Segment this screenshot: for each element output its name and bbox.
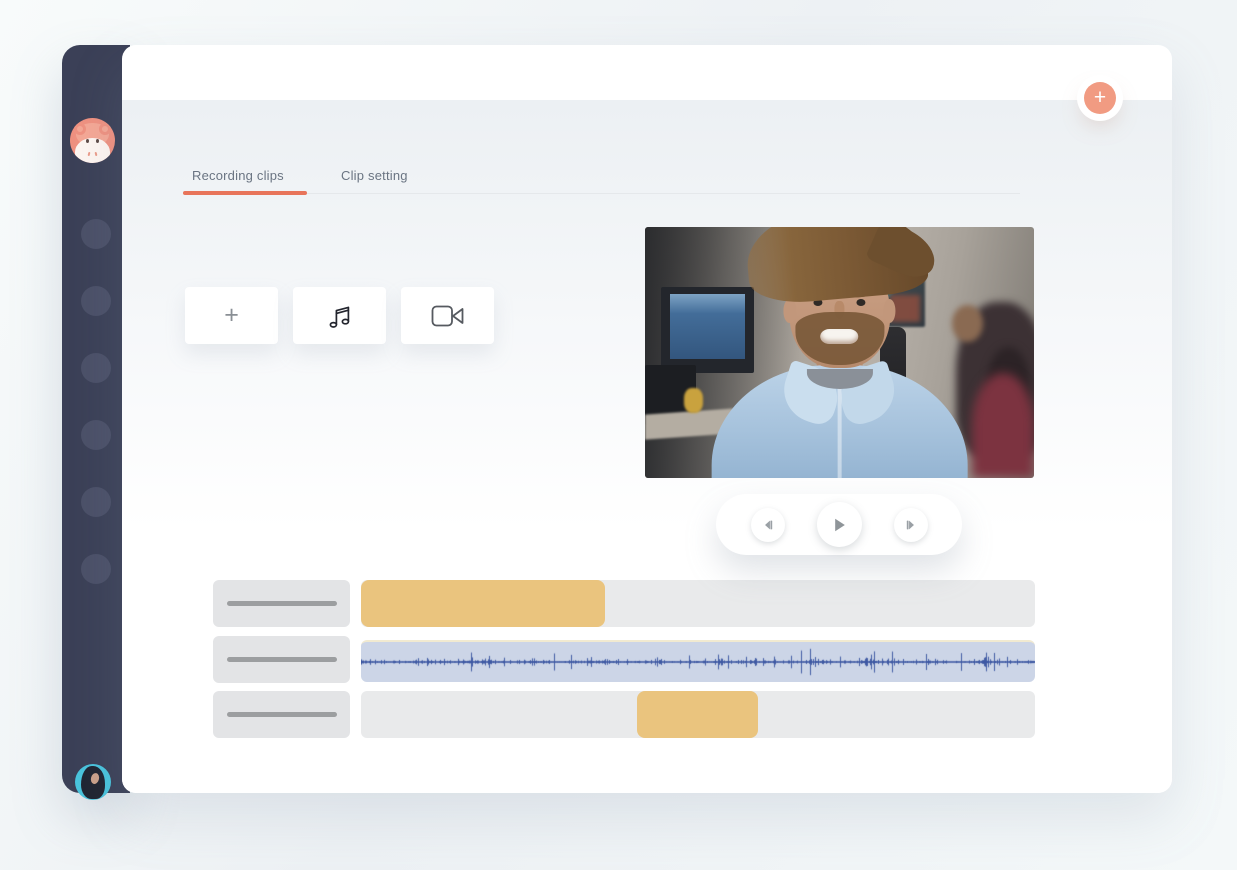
step-backward-icon xyxy=(761,518,775,532)
video-preview[interactable] xyxy=(645,227,1034,478)
sidebar-nav-dot[interactable] xyxy=(81,219,111,249)
sidebar-nav-dot[interactable] xyxy=(81,353,111,383)
track-1-handle[interactable] xyxy=(213,580,350,627)
active-tab-indicator xyxy=(183,191,307,195)
sidebar xyxy=(62,45,130,793)
user-avatar[interactable] xyxy=(75,764,111,800)
play-button[interactable] xyxy=(817,502,862,547)
add-music-button[interactable] xyxy=(293,287,386,344)
playback-controls xyxy=(716,494,962,555)
track-3-handle[interactable] xyxy=(213,691,350,738)
clip-toolbar: + xyxy=(185,287,494,344)
drag-grip xyxy=(227,601,337,606)
step-forward-icon xyxy=(904,518,918,532)
sidebar-nav-dot[interactable] xyxy=(81,487,111,517)
tab-recording-clips[interactable]: Recording clips xyxy=(192,168,284,183)
app-window: + Recording clips Clip setting + xyxy=(0,0,1237,870)
add-clip-button[interactable]: + xyxy=(185,287,278,344)
video-camera-icon xyxy=(431,303,465,329)
track-1-row xyxy=(361,580,1035,627)
app-logo[interactable] xyxy=(70,118,115,163)
drag-grip xyxy=(227,712,337,717)
sidebar-nav-dot[interactable] xyxy=(81,286,111,316)
audio-track-row xyxy=(361,640,1035,682)
plus-icon: + xyxy=(224,303,239,328)
step-back-button[interactable] xyxy=(751,508,785,542)
track-3-clip[interactable] xyxy=(637,691,758,738)
sidebar-nav xyxy=(62,219,130,621)
music-note-icon xyxy=(324,300,356,332)
step-forward-button[interactable] xyxy=(894,508,928,542)
audio-waveform-canvas[interactable] xyxy=(361,642,1035,682)
tab-divider xyxy=(183,193,1020,194)
tab-clip-setting[interactable]: Clip setting xyxy=(341,168,408,183)
drag-grip xyxy=(227,657,337,662)
sidebar-nav-dot[interactable] xyxy=(81,554,111,584)
add-video-button[interactable] xyxy=(401,287,494,344)
play-icon xyxy=(830,516,848,534)
main-panel: + Recording clips Clip setting + xyxy=(122,45,1172,793)
track-3-row xyxy=(361,691,1035,738)
track-1-clip[interactable] xyxy=(361,580,605,627)
track-2-handle[interactable] xyxy=(213,636,350,683)
plus-icon: + xyxy=(1084,83,1116,113)
tab-bar: Recording clips Clip setting xyxy=(183,168,1020,196)
sidebar-nav-dot[interactable] xyxy=(81,420,111,450)
add-button[interactable]: + xyxy=(1084,82,1116,114)
